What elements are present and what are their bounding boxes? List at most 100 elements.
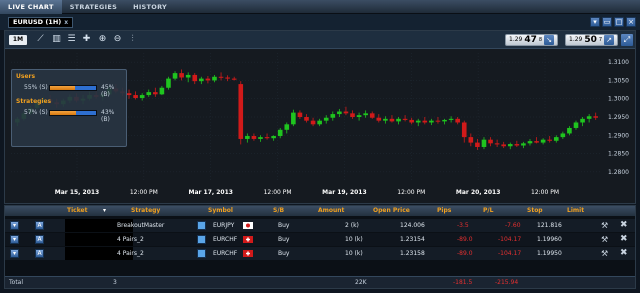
row-pips: -89.0 [457, 250, 473, 257]
chart-link-icon[interactable] [197, 249, 206, 258]
table-row[interactable]: ▾ A 4 Pairs_2 EURCHF Buy 10 (k) 1.23158 … [5, 247, 635, 260]
candle-body [534, 141, 539, 143]
row-sb: Buy [278, 236, 290, 243]
wrench-icon[interactable]: ⚒ [601, 233, 608, 246]
layout-icon[interactable]: ▭ [602, 17, 612, 27]
y-axis-ticks: 1.3100 1.3050 1.3000 1.2950 1.2900 1.2850 1.28… [608, 59, 629, 176]
candle [527, 138, 533, 146]
col-strategy[interactable]: Strategy [131, 206, 160, 216]
candle-body [593, 116, 599, 118]
candle-body [218, 76, 224, 78]
candle-body [389, 118, 395, 122]
row-pips: -89.0 [457, 236, 473, 243]
row-a-button[interactable]: A [35, 221, 44, 230]
top-navigation: LIVE CHART STRATEGIES HISTORY [0, 0, 640, 14]
col-ticket[interactable]: Ticket [67, 206, 87, 216]
row-sb: Buy [278, 250, 290, 257]
wrench-icon[interactable]: ⚒ [601, 219, 608, 232]
candle [277, 127, 283, 139]
expand-row-icon[interactable]: ▾ [10, 221, 19, 230]
candle-body [199, 78, 204, 82]
candle [567, 126, 572, 136]
col-symbol[interactable]: Symbol [208, 206, 233, 216]
candle [573, 120, 579, 130]
table-row[interactable]: ▾ A BreakoutMaster EURJPY Buy 2 (k) 124.… [5, 219, 635, 232]
close-position-icon[interactable]: ✖ [620, 247, 628, 260]
candle-body [172, 73, 178, 79]
col-amount[interactable]: Amount [318, 206, 344, 216]
row-a-button[interactable]: A [35, 235, 44, 244]
candle [304, 114, 309, 123]
table-row[interactable]: ▾ A 4 Pairs_2 EURCHF Buy 10 (k) 1.23154 … [5, 233, 635, 246]
wrench-icon[interactable]: ⚒ [601, 247, 608, 260]
candle [494, 139, 500, 147]
chart-link-icon[interactable] [197, 235, 206, 244]
candle-body [488, 139, 493, 144]
row-a-button[interactable]: A [35, 249, 44, 258]
row-strategy: BreakoutMaster [117, 222, 165, 229]
candle-body [494, 143, 500, 145]
candle [429, 118, 434, 126]
close-window-icon[interactable]: × [626, 17, 636, 27]
row-open-price: 1.23154 [400, 236, 425, 243]
candle [475, 138, 480, 150]
tab-strategies[interactable]: STRATEGIES [62, 0, 125, 14]
y-tick-label: 1.2900 [608, 132, 629, 139]
candle [185, 72, 191, 83]
chart-tab-label: EURUSD (1H) [13, 17, 62, 26]
total-amount: 22K [355, 279, 367, 286]
expand-row-icon[interactable]: ▾ [10, 235, 19, 244]
close-position-icon[interactable]: ✖ [620, 233, 628, 246]
candle [501, 141, 506, 149]
col-pips[interactable]: Pips [437, 206, 451, 216]
candle [153, 87, 158, 97]
y-tick-label: 1.2850 [608, 151, 629, 158]
candle-body [205, 78, 211, 81]
chart-link-icon[interactable] [197, 221, 206, 230]
candle-body [192, 74, 198, 82]
tab-history[interactable]: HISTORY [125, 0, 175, 14]
candle-body [159, 87, 165, 95]
candle-body [435, 120, 441, 122]
candle [337, 108, 342, 117]
candle [547, 136, 553, 143]
candle [415, 118, 421, 127]
candle-body [402, 118, 408, 120]
expand-row-icon[interactable]: ▾ [10, 249, 19, 258]
col-open-price[interactable]: Open Price [373, 206, 410, 216]
col-stop[interactable]: Stop [527, 206, 543, 216]
candle-body [337, 111, 342, 115]
candle [231, 76, 237, 81]
candle-body [258, 137, 263, 139]
col-sb[interactable]: S/B [273, 206, 284, 216]
x-tick-label: 12:00 PM [130, 189, 158, 196]
candle-body [475, 142, 480, 147]
candle-body [383, 118, 388, 121]
candle [481, 137, 487, 150]
close-icon[interactable]: x [64, 18, 68, 27]
candle-body [212, 76, 217, 81]
pin-icon[interactable]: ▾ [590, 17, 600, 27]
y-tick-label: 1.3100 [608, 59, 629, 66]
candle [317, 118, 322, 127]
candle-body [225, 77, 230, 79]
candle [172, 71, 178, 81]
candle-body [330, 114, 336, 118]
candle [192, 73, 198, 85]
positions-table: Ticket ▾ Strategy Symbol S/B Amount Open… [4, 205, 636, 289]
total-count: 3 [113, 279, 117, 286]
candle-body [291, 112, 296, 125]
candle [435, 117, 441, 124]
candle-body [277, 129, 283, 137]
col-pl[interactable]: P/L [483, 206, 493, 216]
col-limit[interactable]: Limit [567, 206, 584, 216]
y-tick-label: 1.3050 [608, 77, 629, 84]
total-pips: -181.5 [453, 279, 473, 286]
tab-live-chart[interactable]: LIVE CHART [0, 0, 62, 14]
maximize-icon[interactable]: □ [614, 17, 624, 27]
strategies-sell-label: 57% (S) [24, 109, 48, 116]
candle-body [153, 92, 158, 95]
chart-tab-eurusd[interactable]: EURUSD (1H) x [8, 16, 74, 28]
close-position-icon[interactable]: ✖ [620, 219, 628, 232]
candle-body [442, 119, 447, 122]
